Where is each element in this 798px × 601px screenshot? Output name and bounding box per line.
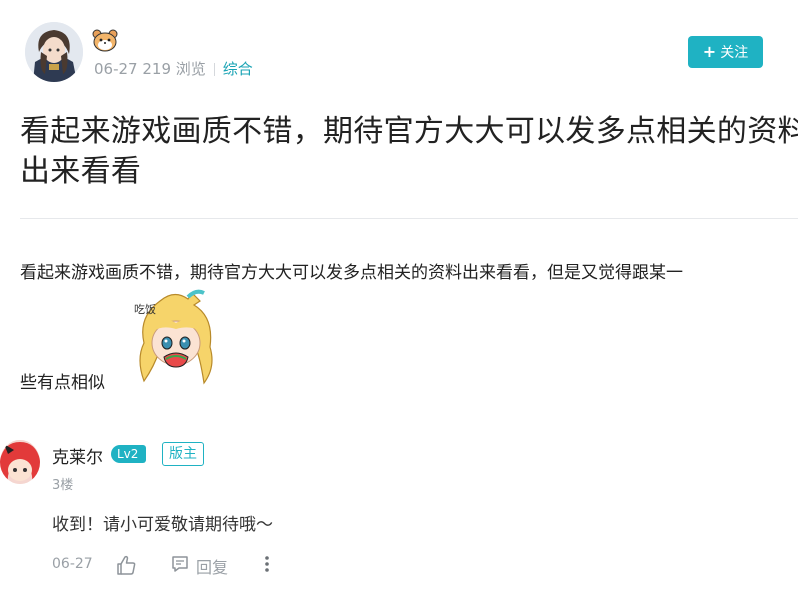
post-body-line-2: 些有点相似: [20, 373, 105, 393]
moderator-badge: 版主: [162, 442, 204, 466]
comment-text: 收到！请小可爱敬请期待哦～: [52, 515, 273, 535]
title-divider: [20, 218, 798, 219]
post-date: 06-27: [94, 60, 138, 78]
plus-icon: +: [702, 42, 717, 61]
post-category[interactable]: 综合: [223, 60, 253, 78]
reply-button[interactable]: 回复: [196, 554, 228, 578]
level-badge: Lv2: [111, 445, 147, 463]
commenter-avatar[interactable]: [0, 440, 40, 484]
post-views: 219 浏览: [142, 60, 206, 78]
comment-bubble-icon[interactable]: [171, 555, 189, 573]
comment-date: 06-27: [52, 556, 93, 572]
post-meta: 06-27 219 浏览 综合: [94, 58, 253, 79]
post-title: 看起来游戏画质不错，期待官方大大可以发多点相关的资料出来看看: [20, 114, 798, 189]
thumbs-up-icon[interactable]: [115, 554, 137, 576]
hamster-icon: [92, 28, 118, 52]
svg-text:吃饭: 吃饭: [134, 303, 156, 316]
anime-girl-sticker: 吃饭: [130, 287, 222, 387]
meta-divider: [213, 63, 215, 76]
more-options-icon[interactable]: [262, 554, 272, 574]
follow-button[interactable]: + 关注: [688, 36, 763, 68]
comment-floor: 3楼: [52, 478, 74, 493]
commenter-name[interactable]: 克莱尔: [52, 443, 103, 468]
follow-label: 关注: [720, 45, 749, 61]
author-avatar[interactable]: [25, 22, 83, 82]
post-body-line-1: 看起来游戏画质不错，期待官方大大可以发多点相关的资料出来看看，但是又觉得跟某一: [20, 263, 683, 283]
